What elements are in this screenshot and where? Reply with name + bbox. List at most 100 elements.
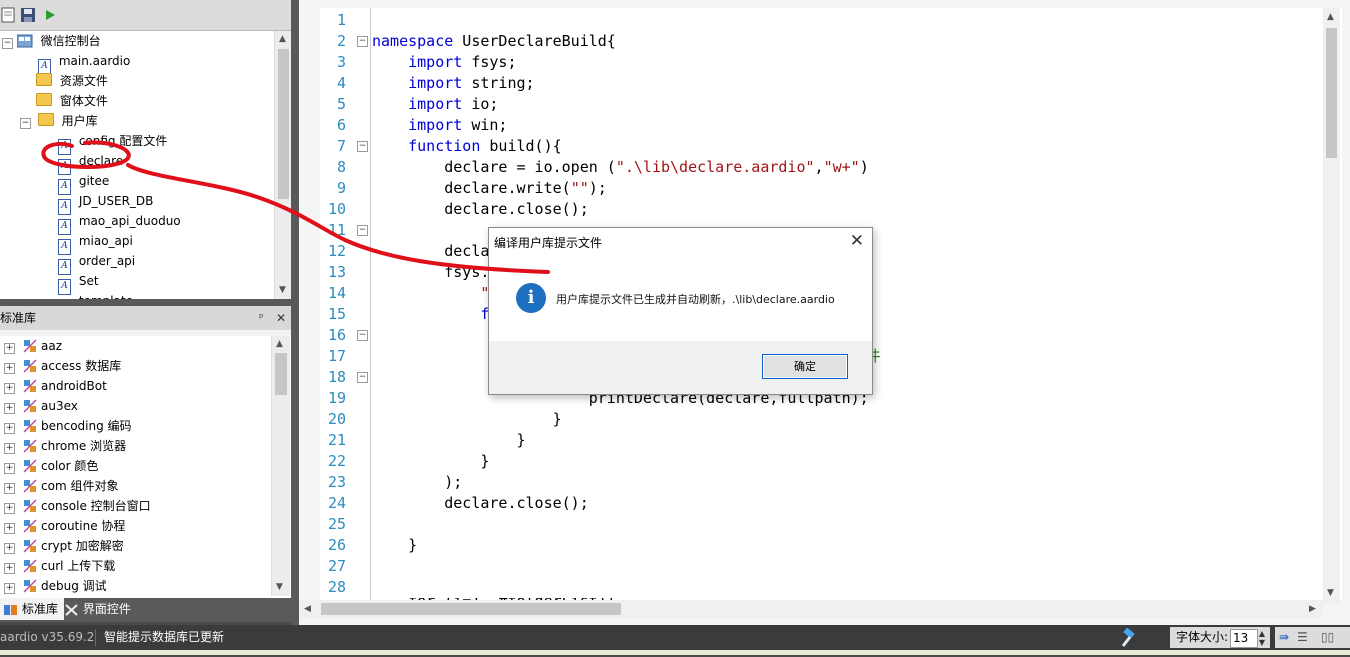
scroll-down-icon[interactable]: ▼ [276,582,283,592]
expand-icon[interactable]: + [4,363,15,374]
scroll-thumb[interactable] [275,353,287,395]
scroll-down-icon[interactable]: ▼ [1327,588,1334,598]
font-size-spinner[interactable]: ▲ ▼ [1256,629,1268,648]
pane-splitter-vertical[interactable] [291,0,299,625]
lib-item[interactable]: + chrome 浏览器 [4,436,126,456]
scroll-right-icon[interactable]: ▶ [1309,604,1316,614]
lib-tree: + aaz + access 数据库 + androidBot + au3ex + bencodi… [0,336,271,596]
tree-item-userlib[interactable]: − 用户库 [20,111,98,131]
editor-vertical-scrollbar[interactable]: ▲ ▼ [1323,8,1340,604]
scroll-left-icon[interactable]: ◀ [304,604,311,614]
line-number: 6 [336,116,346,134]
tree-item-template[interactable]: A template [58,291,133,299]
expand-icon[interactable]: + [4,503,15,514]
fold-icon[interactable]: − [357,330,368,341]
tree-item-jd-user-db[interactable]: A JD_USER_DB [58,191,153,215]
lib-item[interactable]: + aaz [4,336,62,356]
editor-horizontal-scrollbar[interactable]: ◀ ▶ [299,600,1323,618]
scroll-thumb[interactable] [1326,28,1337,158]
expand-icon[interactable]: + [4,543,15,554]
tree-item-declare[interactable]: A declare [58,151,123,175]
expand-icon[interactable]: + [4,523,15,534]
pane-splitter[interactable] [0,299,291,306]
arrow-right-icon[interactable]: ⇛ [1279,625,1289,650]
expand-icon[interactable]: + [4,563,15,574]
lib-item[interactable]: + color 颜色 [4,456,98,476]
dialog-close-icon[interactable]: ✕ [850,232,864,250]
tab-stdlib[interactable]: 标准库 [0,598,64,620]
scroll-up-icon[interactable]: ▲ [276,339,283,349]
fold-icon[interactable]: − [357,372,368,383]
expand-icon[interactable]: + [4,403,15,414]
code-line: ); [372,473,463,491]
scroll-up-icon[interactable]: ▲ [1327,12,1334,22]
close-icon[interactable]: ✕ [276,306,286,330]
lib-item-label: console 控制台窗口 [41,499,151,513]
line-number: 22 [327,452,346,470]
status-message: 智能提示数据库已更新 [104,630,225,644]
bottom-stripe [0,650,1350,655]
expand-icon[interactable]: + [4,463,15,474]
scroll-down-icon[interactable]: ▼ [279,285,286,295]
code-line: namespace UserDeclareBuild{ [372,32,616,50]
code-line: decla [372,242,490,260]
lib-item[interactable]: + console 控制台窗口 [4,496,151,516]
tree-item-label: mao_api_duoduo [78,214,181,228]
pin-icon[interactable]: ᵖ [259,306,264,330]
book-icon[interactable]: ▯▯ [1321,625,1334,650]
lib-item[interactable]: + coroutine 协程 [4,516,125,536]
tab-label: 界面控件 [82,602,131,616]
line-number: 10 [327,200,346,218]
tree-item-main[interactable]: A main.aardio [38,51,130,75]
expand-icon[interactable]: + [4,483,15,494]
lib-panel-title: 标准库 [0,311,37,325]
expand-icon[interactable]: + [4,383,15,394]
tree-item-order-api[interactable]: A order_api [58,251,135,275]
collapse-icon[interactable]: − [2,38,13,49]
project-toolbar [0,0,291,31]
tree-item-forms[interactable]: 窗体文件 [36,91,108,111]
lib-item[interactable]: + access 数据库 [4,356,121,376]
scroll-thumb[interactable] [278,49,289,199]
tree-item-label: 资源文件 [59,74,108,88]
new-file-icon[interactable] [1,7,17,23]
lib-item[interactable]: + androidBot [4,376,107,396]
expand-icon[interactable]: + [4,343,15,354]
scroll-up-icon[interactable]: ▲ [279,34,286,44]
lines-icon[interactable]: ☰ [1297,625,1308,650]
lib-item[interactable]: + debug 调试 [4,576,107,596]
fold-icon[interactable]: − [357,141,368,152]
hammer-icon[interactable] [1118,627,1138,648]
save-icon[interactable] [20,7,36,23]
expand-icon[interactable]: + [4,423,15,434]
line-number: 19 [327,389,346,407]
lib-item[interactable]: + com 组件对象 [4,476,118,496]
run-icon[interactable] [44,7,60,23]
library-node-icon [23,579,37,596]
tree-item-miao-api[interactable]: A miao_api [58,231,133,255]
project-tree-scrollbar[interactable]: ▲ ▼ [274,31,292,299]
tree-item-gitee[interactable]: A gitee [58,171,109,195]
expand-icon[interactable]: + [4,583,15,594]
ok-button[interactable]: 确定 [762,354,848,379]
fold-icon[interactable]: − [357,225,368,236]
scroll-thumb[interactable] [321,603,621,615]
tree-item-mao-api[interactable]: A mao_api_duoduo [58,211,181,235]
lib-item[interactable]: + bencoding 编码 [4,416,132,436]
tree-item-label: miao_api [78,234,133,248]
line-number: 8 [336,158,346,176]
expand-icon[interactable]: + [4,443,15,454]
tree-item-config[interactable]: A config 配置文件 [58,131,167,155]
fold-icon[interactable]: − [357,36,368,47]
lib-tree-scrollbar[interactable]: ▲ ▼ [271,336,290,596]
lib-item[interactable]: + au3ex [4,396,78,416]
lib-item[interactable]: + crypt 加密解密 [4,536,124,556]
tree-root[interactable]: − 微信控制台 [2,31,101,51]
line-number: 24 [327,494,346,512]
lib-item[interactable]: + curl 上传下载 [4,556,115,576]
tree-item-set[interactable]: A Set [58,271,99,295]
tree-item-resources[interactable]: 资源文件 [36,71,108,91]
tab-ui-controls[interactable]: 界面控件 [61,598,137,620]
font-size-input[interactable]: 13 [1230,629,1258,648]
collapse-icon[interactable]: − [20,118,31,129]
